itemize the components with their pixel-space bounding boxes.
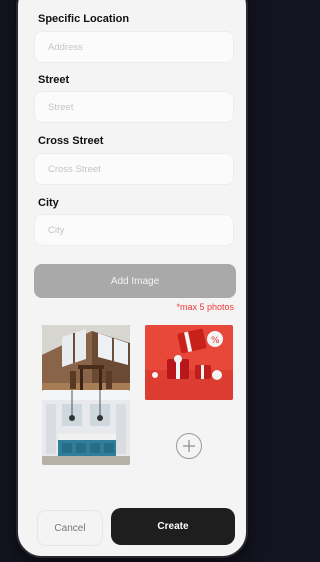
red-gift-boxes-photo[interactable]: % xyxy=(145,325,233,400)
street-input[interactable] xyxy=(34,91,234,123)
plus-icon xyxy=(183,440,195,452)
cancel-button[interactable]: Cancel xyxy=(38,511,102,545)
city-input[interactable] xyxy=(34,214,234,246)
add-image-button[interactable]: Add Image xyxy=(34,264,236,298)
city-field[interactable] xyxy=(34,214,234,246)
specific-location-label: Specific Location xyxy=(38,13,130,25)
max-photos-hint: *max 5 photos xyxy=(176,302,234,312)
svg-text:%: % xyxy=(211,336,220,346)
attic-room-photo[interactable] xyxy=(42,325,130,400)
cross-street-field[interactable] xyxy=(34,153,234,185)
street-label: Street xyxy=(38,74,70,86)
address-input[interactable] xyxy=(34,31,234,63)
create-button[interactable]: Create xyxy=(111,508,235,545)
kitchen-photo[interactable] xyxy=(42,390,130,465)
phone-frame: Specific Location Street Cross Street Ci… xyxy=(16,0,248,558)
city-label: City xyxy=(38,197,59,209)
address-field[interactable] xyxy=(34,31,234,63)
add-photo-button[interactable] xyxy=(176,433,202,459)
cross-street-label: Cross Street xyxy=(38,135,104,147)
street-field[interactable] xyxy=(34,91,234,123)
create-location-form: Specific Location Street Cross Street Ci… xyxy=(18,0,246,556)
cross-street-input[interactable] xyxy=(34,153,234,185)
